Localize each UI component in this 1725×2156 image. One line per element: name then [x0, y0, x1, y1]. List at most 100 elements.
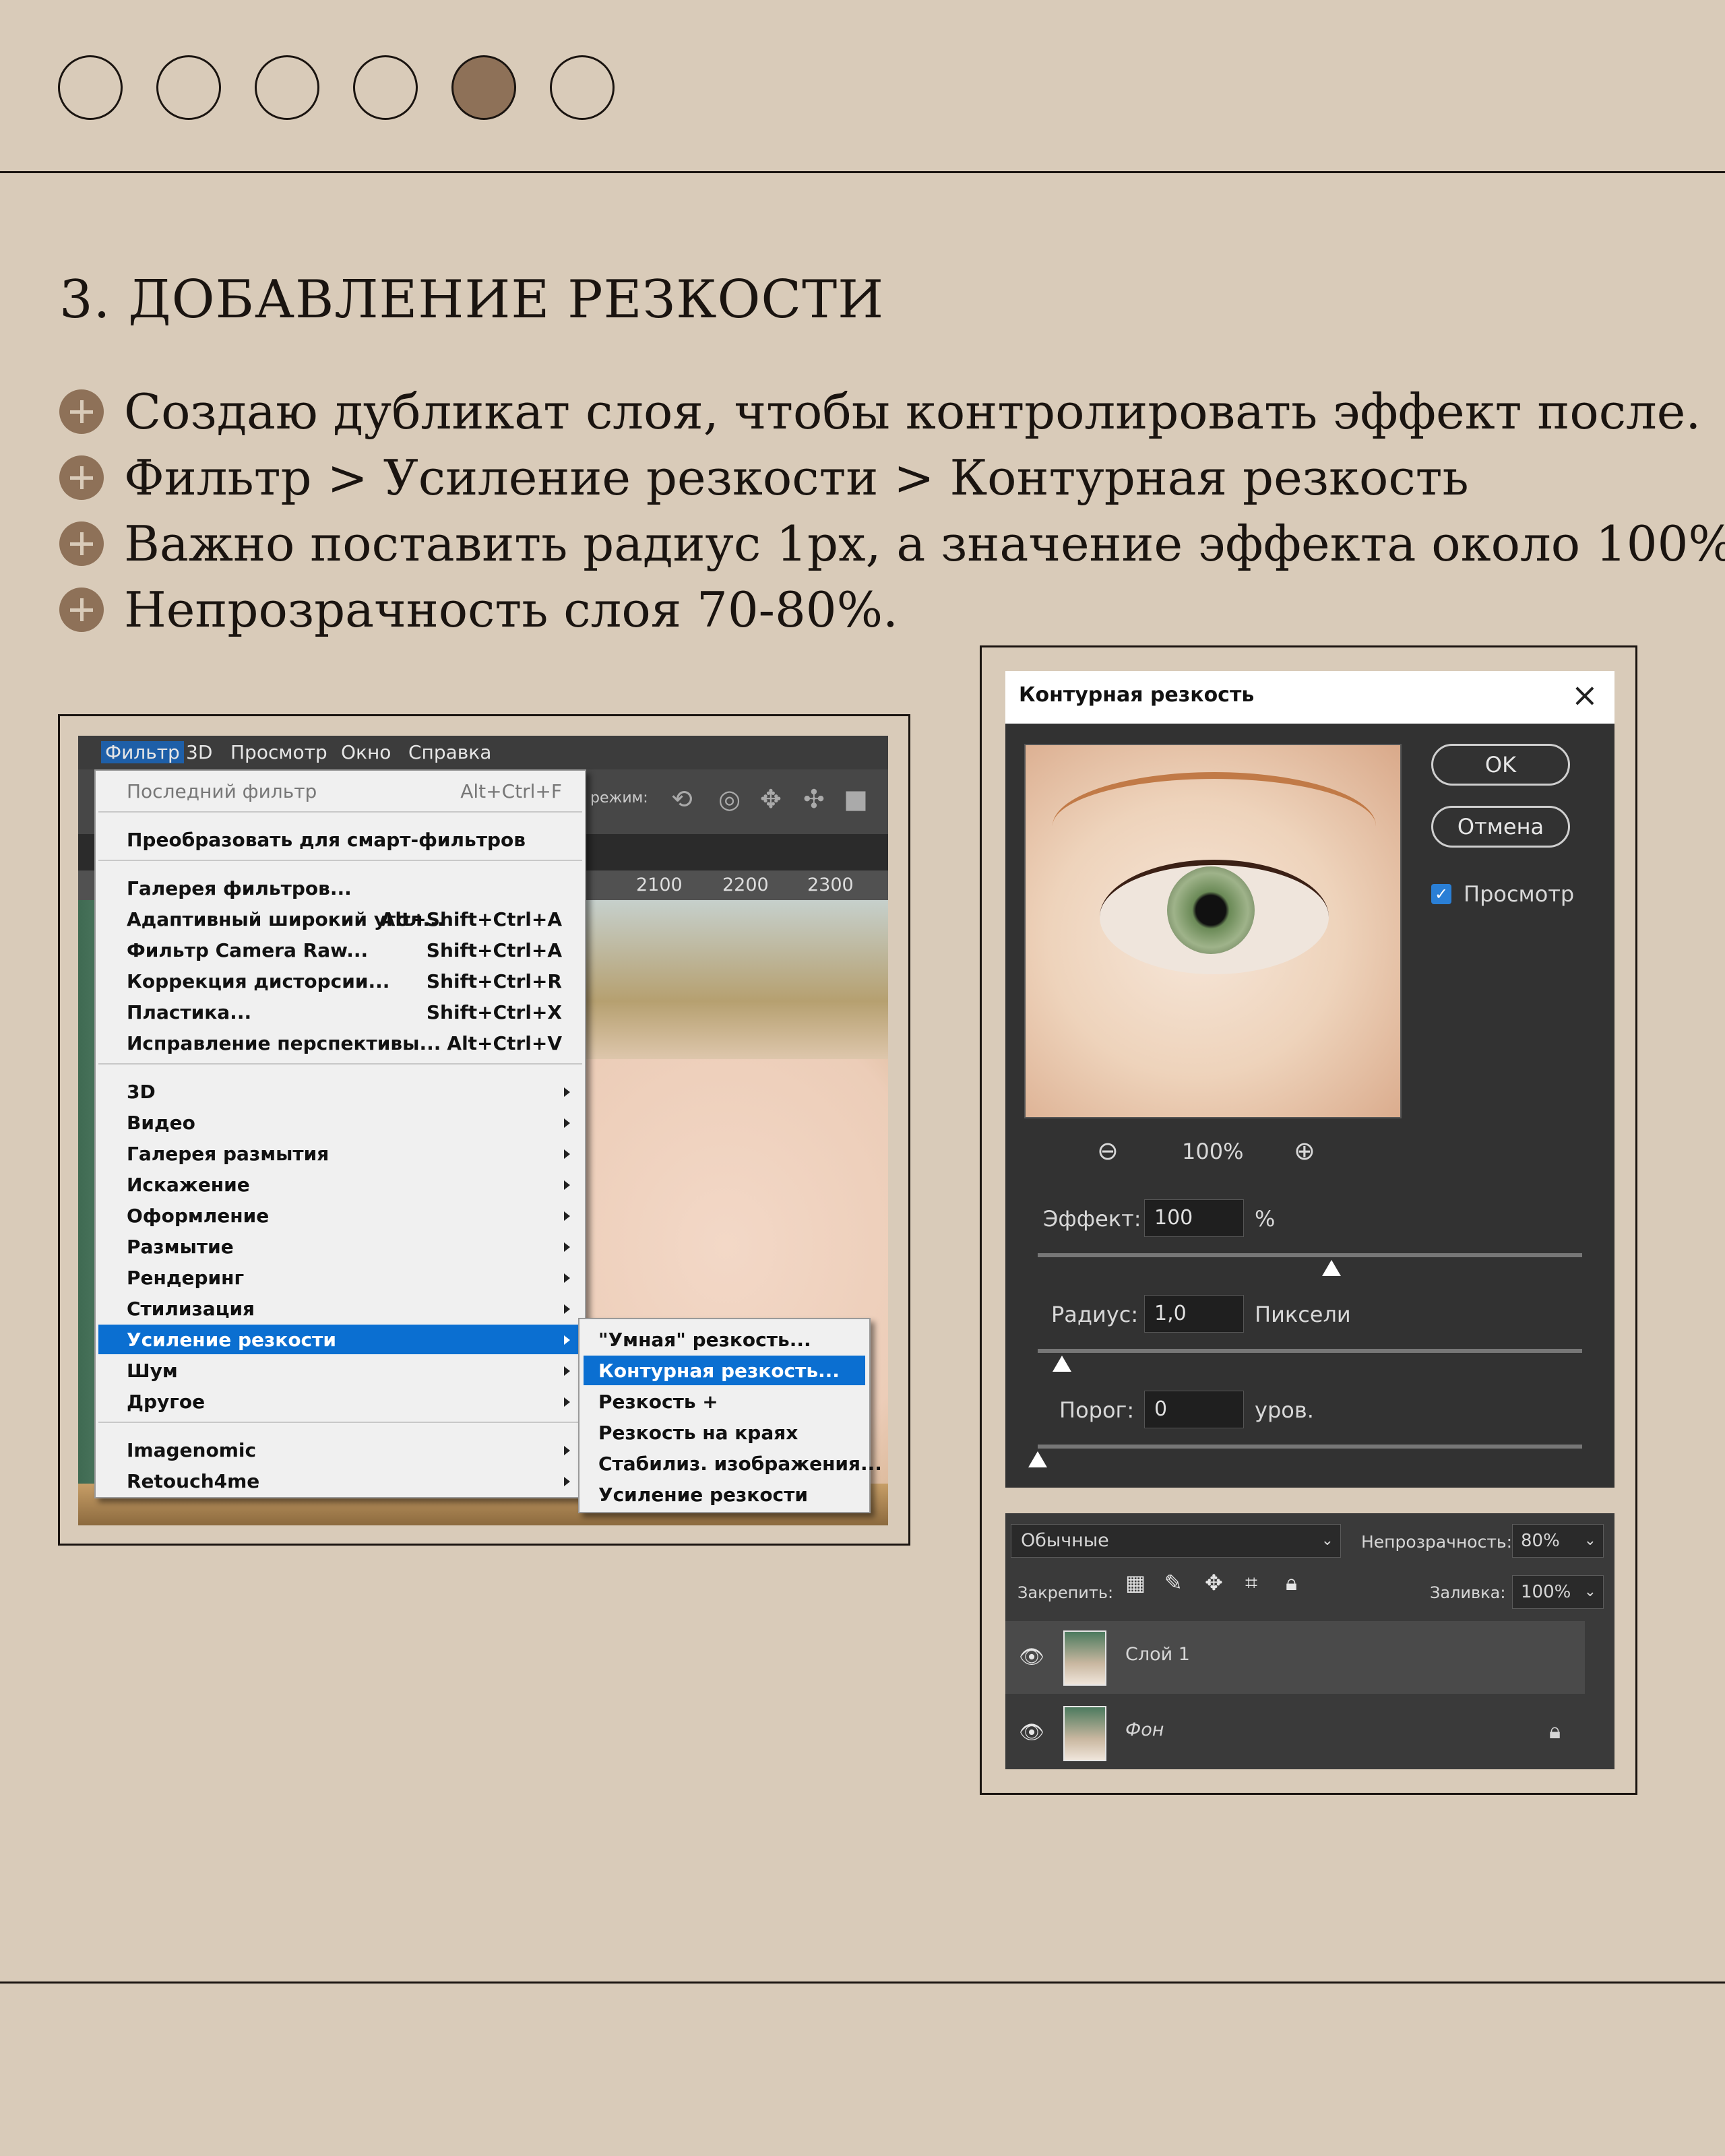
preview-iris [1167, 866, 1255, 954]
filter-menu-item[interactable]: Другое [98, 1387, 582, 1416]
page-title: 3. ДОБАВЛЕНИЕ РЕЗКОСТИ [59, 270, 885, 330]
sharpen-submenu-item[interactable]: Усиление резкости [584, 1480, 865, 1509]
menu-bar: Фильтр 3D Просмотр Окно Справка [78, 736, 888, 769]
filter-menu-item[interactable]: Фильтр Camera Raw... Shift+Ctrl+A [98, 935, 582, 965]
camera-3d-icon[interactable]: ■ [844, 784, 868, 814]
chevron-down-icon: ⌄ [1583, 1583, 1596, 1600]
sharpen-submenu-item[interactable]: Стабилиз. изображения... [584, 1449, 882, 1478]
filter-menu-item[interactable]: Адаптивный широкий угол... Alt+Shift+Ctrl… [98, 904, 582, 934]
radius-slider-thumb[interactable] [1053, 1356, 1072, 1372]
filter-menu-item[interactable]: Пластика... Shift+Ctrl+X [98, 997, 582, 1027]
fill-field[interactable]: 100% ⌄ [1512, 1575, 1604, 1609]
sharpen-submenu-item[interactable]: Резкость + [584, 1387, 865, 1416]
menu-window[interactable]: Окно [341, 741, 391, 763]
filter-menu-item[interactable]: Стилизация [98, 1294, 582, 1323]
filter-menu-item-label: Усиление резкости [127, 1329, 336, 1351]
dialog-titlebar: Контурная резкость × [1005, 671, 1614, 724]
filter-menu-item[interactable]: Исправление перспективы... Alt+Ctrl+V [98, 1028, 582, 1058]
filter-menu-item-label: Галерея размытия [127, 1143, 330, 1165]
radius-unit: Пиксели [1255, 1302, 1351, 1327]
filter-menu-item[interactable]: Искажение [98, 1170, 582, 1199]
filter-menu-item[interactable]: Коррекция дисторсии... Shift+Ctrl+R [98, 966, 582, 996]
sharpen-submenu-item[interactable]: Контурная резкость... [584, 1356, 865, 1385]
amount-slider-track[interactable] [1038, 1253, 1582, 1257]
filter-menu-item[interactable]: Размытие [98, 1232, 582, 1261]
filter-menu-item-shortcut: Shift+Ctrl+A [426, 939, 562, 961]
filter-menu-item-label: Преобразовать для смарт-фильтров [127, 829, 526, 851]
sharpen-submenu-item-label: "Умная" резкость... [598, 1329, 811, 1351]
pan-3d-icon[interactable]: ✥ [760, 784, 782, 814]
menu-3d[interactable]: 3D [186, 741, 212, 763]
menu-separator [98, 811, 582, 813]
filter-menu-item[interactable]: Оформление [98, 1201, 582, 1230]
opacity-field[interactable]: 80% ⌄ [1512, 1524, 1604, 1558]
menu-filter[interactable]: Фильтр [101, 741, 184, 763]
ok-button[interactable]: OK [1431, 744, 1570, 786]
visibility-eye-icon[interactable]: 👁︎ [1019, 1645, 1044, 1669]
filter-menu-item[interactable]: Видео [98, 1108, 582, 1137]
amount-input[interactable]: 100 [1144, 1199, 1244, 1237]
preview-checkbox[interactable]: ✓ [1431, 884, 1451, 904]
threshold-slider-thumb[interactable] [1028, 1451, 1047, 1467]
sharpen-submenu-item[interactable]: "Умная" резкость... [584, 1325, 865, 1354]
filter-menu-item[interactable]: Retouch4me [98, 1466, 582, 1496]
filter-menu-item[interactable]: Шум [98, 1356, 582, 1385]
submenu-arrow-icon [564, 1446, 570, 1455]
radius-input[interactable]: 1,0 [1144, 1295, 1244, 1333]
menu-view[interactable]: Просмотр [230, 741, 327, 763]
filter-menu-item[interactable]: Галерея фильтров... [98, 873, 582, 903]
filter-menu-item[interactable]: 3D [98, 1077, 582, 1106]
rotate-3d-icon[interactable]: ⟲ [671, 784, 693, 814]
filter-menu-item-label: Галерея фильтров... [127, 877, 352, 899]
blend-mode-select[interactable]: Обычные ⌄ [1011, 1524, 1341, 1558]
lock-artboard-icon[interactable]: ⌗ [1245, 1570, 1257, 1596]
lock-all-icon[interactable]: 🔒︎ [1286, 1570, 1297, 1596]
radius-slider-track[interactable] [1038, 1349, 1582, 1353]
menu-separator [98, 1422, 582, 1423]
amount-slider-thumb[interactable] [1322, 1260, 1342, 1276]
layer-row[interactable]: 👁︎ Слой 1 [1005, 1621, 1585, 1694]
menu-help[interactable]: Справка [408, 741, 491, 763]
progress-dot [156, 55, 221, 120]
sharpen-submenu-item[interactable]: Резкость на краях [584, 1418, 865, 1447]
filter-menu-item-shortcut: Alt+Shift+Ctrl+A [380, 908, 562, 930]
visibility-eye-icon[interactable]: 👁︎ [1019, 1721, 1044, 1744]
close-icon[interactable]: × [1571, 676, 1598, 714]
roll-3d-icon[interactable]: ◎ [718, 784, 741, 814]
lock-brush-icon[interactable]: ✎ [1164, 1570, 1183, 1595]
filter-menu-item[interactable]: Преобразовать для смарт-фильтров [98, 825, 582, 854]
sharpen-submenu: "Умная" резкость... Контурная резкость...… [578, 1318, 882, 1513]
filter-menu-item[interactable]: Галерея размытия [98, 1139, 582, 1168]
slide-3d-icon[interactable]: ✣ [803, 784, 825, 814]
progress-dot [58, 55, 123, 120]
progress-dot [451, 55, 516, 120]
radius-label: Радиус: [1051, 1302, 1139, 1327]
filter-menu-item-label: Коррекция дисторсии... [127, 970, 390, 992]
lock-position-icon[interactable]: ✥ [1205, 1570, 1223, 1595]
layers-panel: Обычные ⌄ Непрозрачность: 80% ⌄ Закрепит… [1005, 1513, 1614, 1769]
filter-menu-item-label: Искажение [127, 1174, 250, 1196]
threshold-slider-track[interactable] [1038, 1445, 1582, 1449]
filter-menu: Последний фильтр Alt+Ctrl+F Преобразовать … [94, 769, 586, 1498]
filter-menu-item-label: Пластика... [127, 1001, 252, 1023]
zoom-in-icon[interactable]: ⊕ [1294, 1136, 1315, 1166]
filter-menu-item[interactable]: Рендеринг [98, 1263, 582, 1292]
lock-label: Закрепить: [1017, 1583, 1114, 1602]
preview-checkbox-label: Просмотр [1464, 881, 1575, 907]
lock-transparency-icon[interactable]: ▦ [1125, 1570, 1146, 1595]
submenu-arrow-icon [564, 1366, 570, 1376]
cancel-button[interactable]: Отмена [1431, 806, 1570, 848]
submenu-arrow-icon [564, 1087, 570, 1097]
layer-row[interactable]: 👁︎ Фон 🔒︎ [1005, 1697, 1585, 1769]
filter-menu-item-label: Другое [127, 1391, 206, 1413]
zoom-level: 100% [1182, 1139, 1244, 1164]
filter-menu-item-shortcut: Alt+Ctrl+V [447, 1032, 562, 1054]
opacity-label: Непрозрачность: [1361, 1532, 1513, 1552]
filter-menu-item[interactable]: Усиление резкости [98, 1325, 582, 1354]
zoom-out-icon[interactable]: ⊖ [1097, 1136, 1119, 1166]
threshold-input[interactable]: 0 [1144, 1391, 1244, 1428]
plus-icon [59, 389, 104, 434]
chevron-down-icon: ⌄ [1583, 1532, 1596, 1549]
filter-menu-item[interactable]: Imagenomic [98, 1435, 582, 1465]
menu-separator [98, 860, 582, 861]
